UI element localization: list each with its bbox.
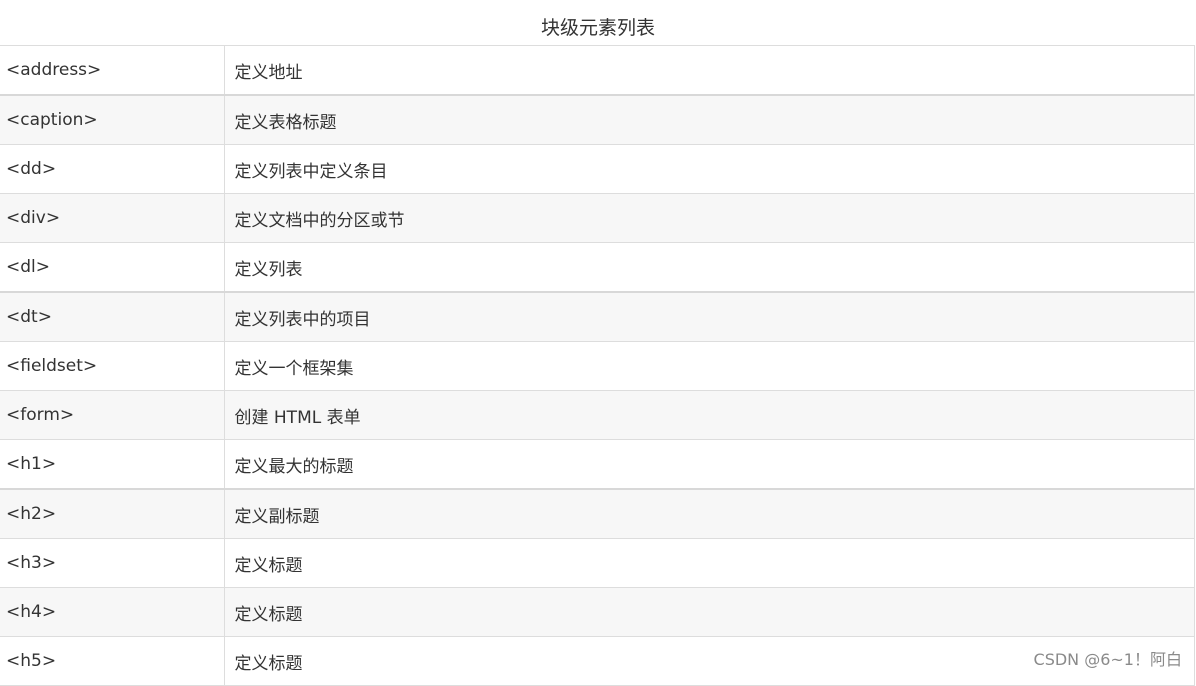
description-cell: 定义列表中定义条目: [223, 144, 1195, 194]
description-cell: 定义标题: [223, 538, 1195, 588]
description-cell: 定义地址: [223, 45, 1195, 96]
table-caption: 块级元素列表: [540, 17, 655, 39]
tag-cell: <dd>: [0, 144, 224, 194]
tag-cell: <fieldset>: [0, 341, 224, 391]
table-row: <form> 创建 HTML 表单: [0, 390, 1195, 440]
tag-cell: <h5>: [0, 636, 224, 686]
table-row: <div> 定义文档中的分区或节: [0, 193, 1195, 243]
table-row: <h1> 定义最大的标题: [0, 439, 1195, 490]
tag-cell: <address>: [0, 45, 224, 96]
csdn-watermark: CSDN @6~1！阿白: [1033, 650, 1182, 669]
table-row: <dd> 定义列表中定义条目: [0, 144, 1195, 194]
description-cell: 定义列表: [223, 242, 1195, 293]
tag-cell: <h2>: [0, 488, 224, 539]
tag-cell: <div>: [0, 193, 224, 243]
table-row: <dt> 定义列表中的项目: [0, 291, 1195, 342]
block-elements-table: <address> 定义地址 <caption> 定义表格标题 <dd> 定义列…: [0, 45, 1195, 686]
description-cell: 定义一个框架集: [223, 341, 1195, 391]
tag-cell: <caption>: [0, 94, 224, 145]
table-row: <dl> 定义列表: [0, 242, 1195, 293]
table-row: <h5> 定义标题: [0, 636, 1195, 686]
table-row: <h4> 定义标题: [0, 587, 1195, 637]
tag-cell: <h3>: [0, 538, 224, 588]
table-row: <address> 定义地址: [0, 45, 1195, 96]
tag-cell: <dt>: [0, 291, 224, 342]
tag-cell: <form>: [0, 390, 224, 440]
table-row: <caption> 定义表格标题: [0, 94, 1195, 145]
table-row: <h2> 定义副标题: [0, 488, 1195, 539]
description-cell: 定义最大的标题: [223, 439, 1195, 490]
table-row: <fieldset> 定义一个框架集: [0, 341, 1195, 391]
description-cell: 定义标题: [223, 587, 1195, 637]
tag-cell: <dl>: [0, 242, 224, 293]
description-cell: 创建 HTML 表单: [223, 390, 1195, 440]
description-cell: 定义表格标题: [223, 94, 1195, 145]
description-cell: 定义列表中的项目: [223, 291, 1195, 342]
table-row: <h3> 定义标题: [0, 538, 1195, 588]
tag-cell: <h4>: [0, 587, 224, 637]
tag-cell: <h1>: [0, 439, 224, 490]
description-cell: 定义副标题: [223, 488, 1195, 539]
description-cell: 定义文档中的分区或节: [223, 193, 1195, 243]
